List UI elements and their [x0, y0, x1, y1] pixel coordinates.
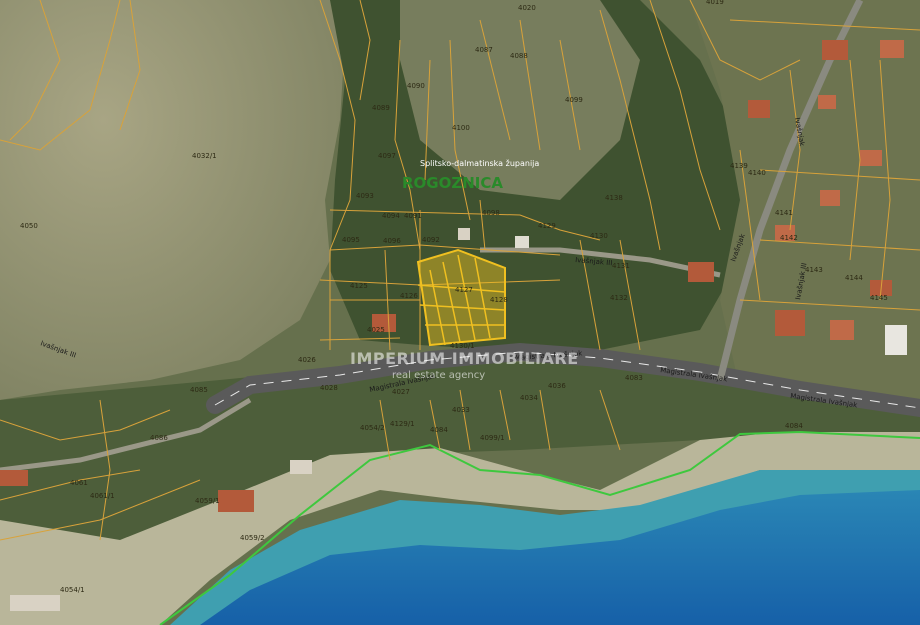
county-label: Splitsko-dalmatinska županija — [420, 159, 539, 168]
parcel-label: 4026 — [298, 356, 316, 364]
parcel-label: 4144 — [845, 274, 863, 282]
parcel-label: 4054/1 — [60, 586, 85, 594]
parcel-label: 4084 — [785, 422, 803, 430]
place-label: ROGOZNICA — [402, 174, 503, 192]
parcel-label: 4054/2 — [360, 424, 385, 432]
map-canvas: 4032/1 4050 4090 4089 4087 4088 4093 4094 4095 40… — [0, 0, 920, 625]
parcel-label: 4083 — [625, 374, 643, 382]
parcel-label: 4139 — [730, 162, 748, 170]
parcel-label: 4059/1 — [195, 497, 220, 505]
parcel-label: 4092 — [422, 236, 440, 244]
parcel-label: 4050 — [20, 222, 38, 230]
parcel-label: 4127 — [455, 286, 473, 294]
parcel-label: 4032/1 — [192, 152, 217, 160]
parcel-label: 4019 — [706, 0, 724, 6]
parcel-label: 4099/1 — [480, 434, 505, 442]
parcel-label: 4128 — [490, 296, 508, 304]
parcel-label: 4145 — [870, 294, 888, 302]
parcel-label: 4025 — [367, 326, 385, 334]
parcel-label: 4036 — [548, 382, 566, 390]
parcel-label: 4085 — [190, 386, 208, 394]
parcel-label: 4084 — [430, 426, 448, 434]
parcel-label: 4034 — [520, 394, 538, 402]
parcel-label: 4099 — [565, 96, 583, 104]
parcel-label: 4033 — [452, 406, 470, 414]
parcel-label: 4088 — [510, 52, 528, 60]
parcel-label: 4130 — [590, 232, 608, 240]
parcel-label: 4098 — [482, 209, 500, 217]
parcel-label: 4131 — [612, 262, 630, 270]
watermark-title: IMPERIUM IMMOBILIARE — [350, 349, 579, 368]
parcel-label: 4095 — [342, 236, 360, 244]
parcel-label: 4129 — [538, 222, 556, 230]
parcel-label: 4140 — [748, 169, 766, 177]
parcel-label: 4061 — [70, 479, 88, 487]
parcel-label: 4061/1 — [90, 492, 115, 500]
cadastral-map[interactable]: 4032/1 4050 4090 4089 4087 4088 4093 4094 4095 40… — [0, 0, 920, 625]
parcel-label: 4125 — [350, 282, 368, 290]
parcel-label: 4087 — [475, 46, 493, 54]
parcel-label: 4142 — [780, 234, 798, 242]
parcel-label: 4097 — [378, 152, 396, 160]
parcel-label: 4086 — [150, 434, 168, 442]
parcel-label: 4094 — [382, 212, 400, 220]
parcel-label: 4028 — [320, 384, 338, 392]
parcel-label: 4096 — [383, 237, 401, 245]
watermark-subtitle: real estate agency — [392, 370, 485, 381]
parcel-label: 4091 — [404, 212, 422, 220]
parcel-label: 4100 — [452, 124, 470, 132]
parcel-label: 4093 — [356, 192, 374, 200]
parcel-label: 4059/2 — [240, 534, 265, 542]
parcel-label: 4126 — [400, 292, 418, 300]
parcel-label: 4020 — [518, 4, 536, 12]
parcel-label: 4138 — [605, 194, 623, 202]
parcel-label: 4090 — [407, 82, 425, 90]
parcel-label: 4132 — [610, 294, 628, 302]
parcel-label: 4027 — [392, 388, 410, 396]
parcel-label: 4089 — [372, 104, 390, 112]
parcel-label: 4141 — [775, 209, 793, 217]
parcel-label: 4129/1 — [390, 420, 415, 428]
